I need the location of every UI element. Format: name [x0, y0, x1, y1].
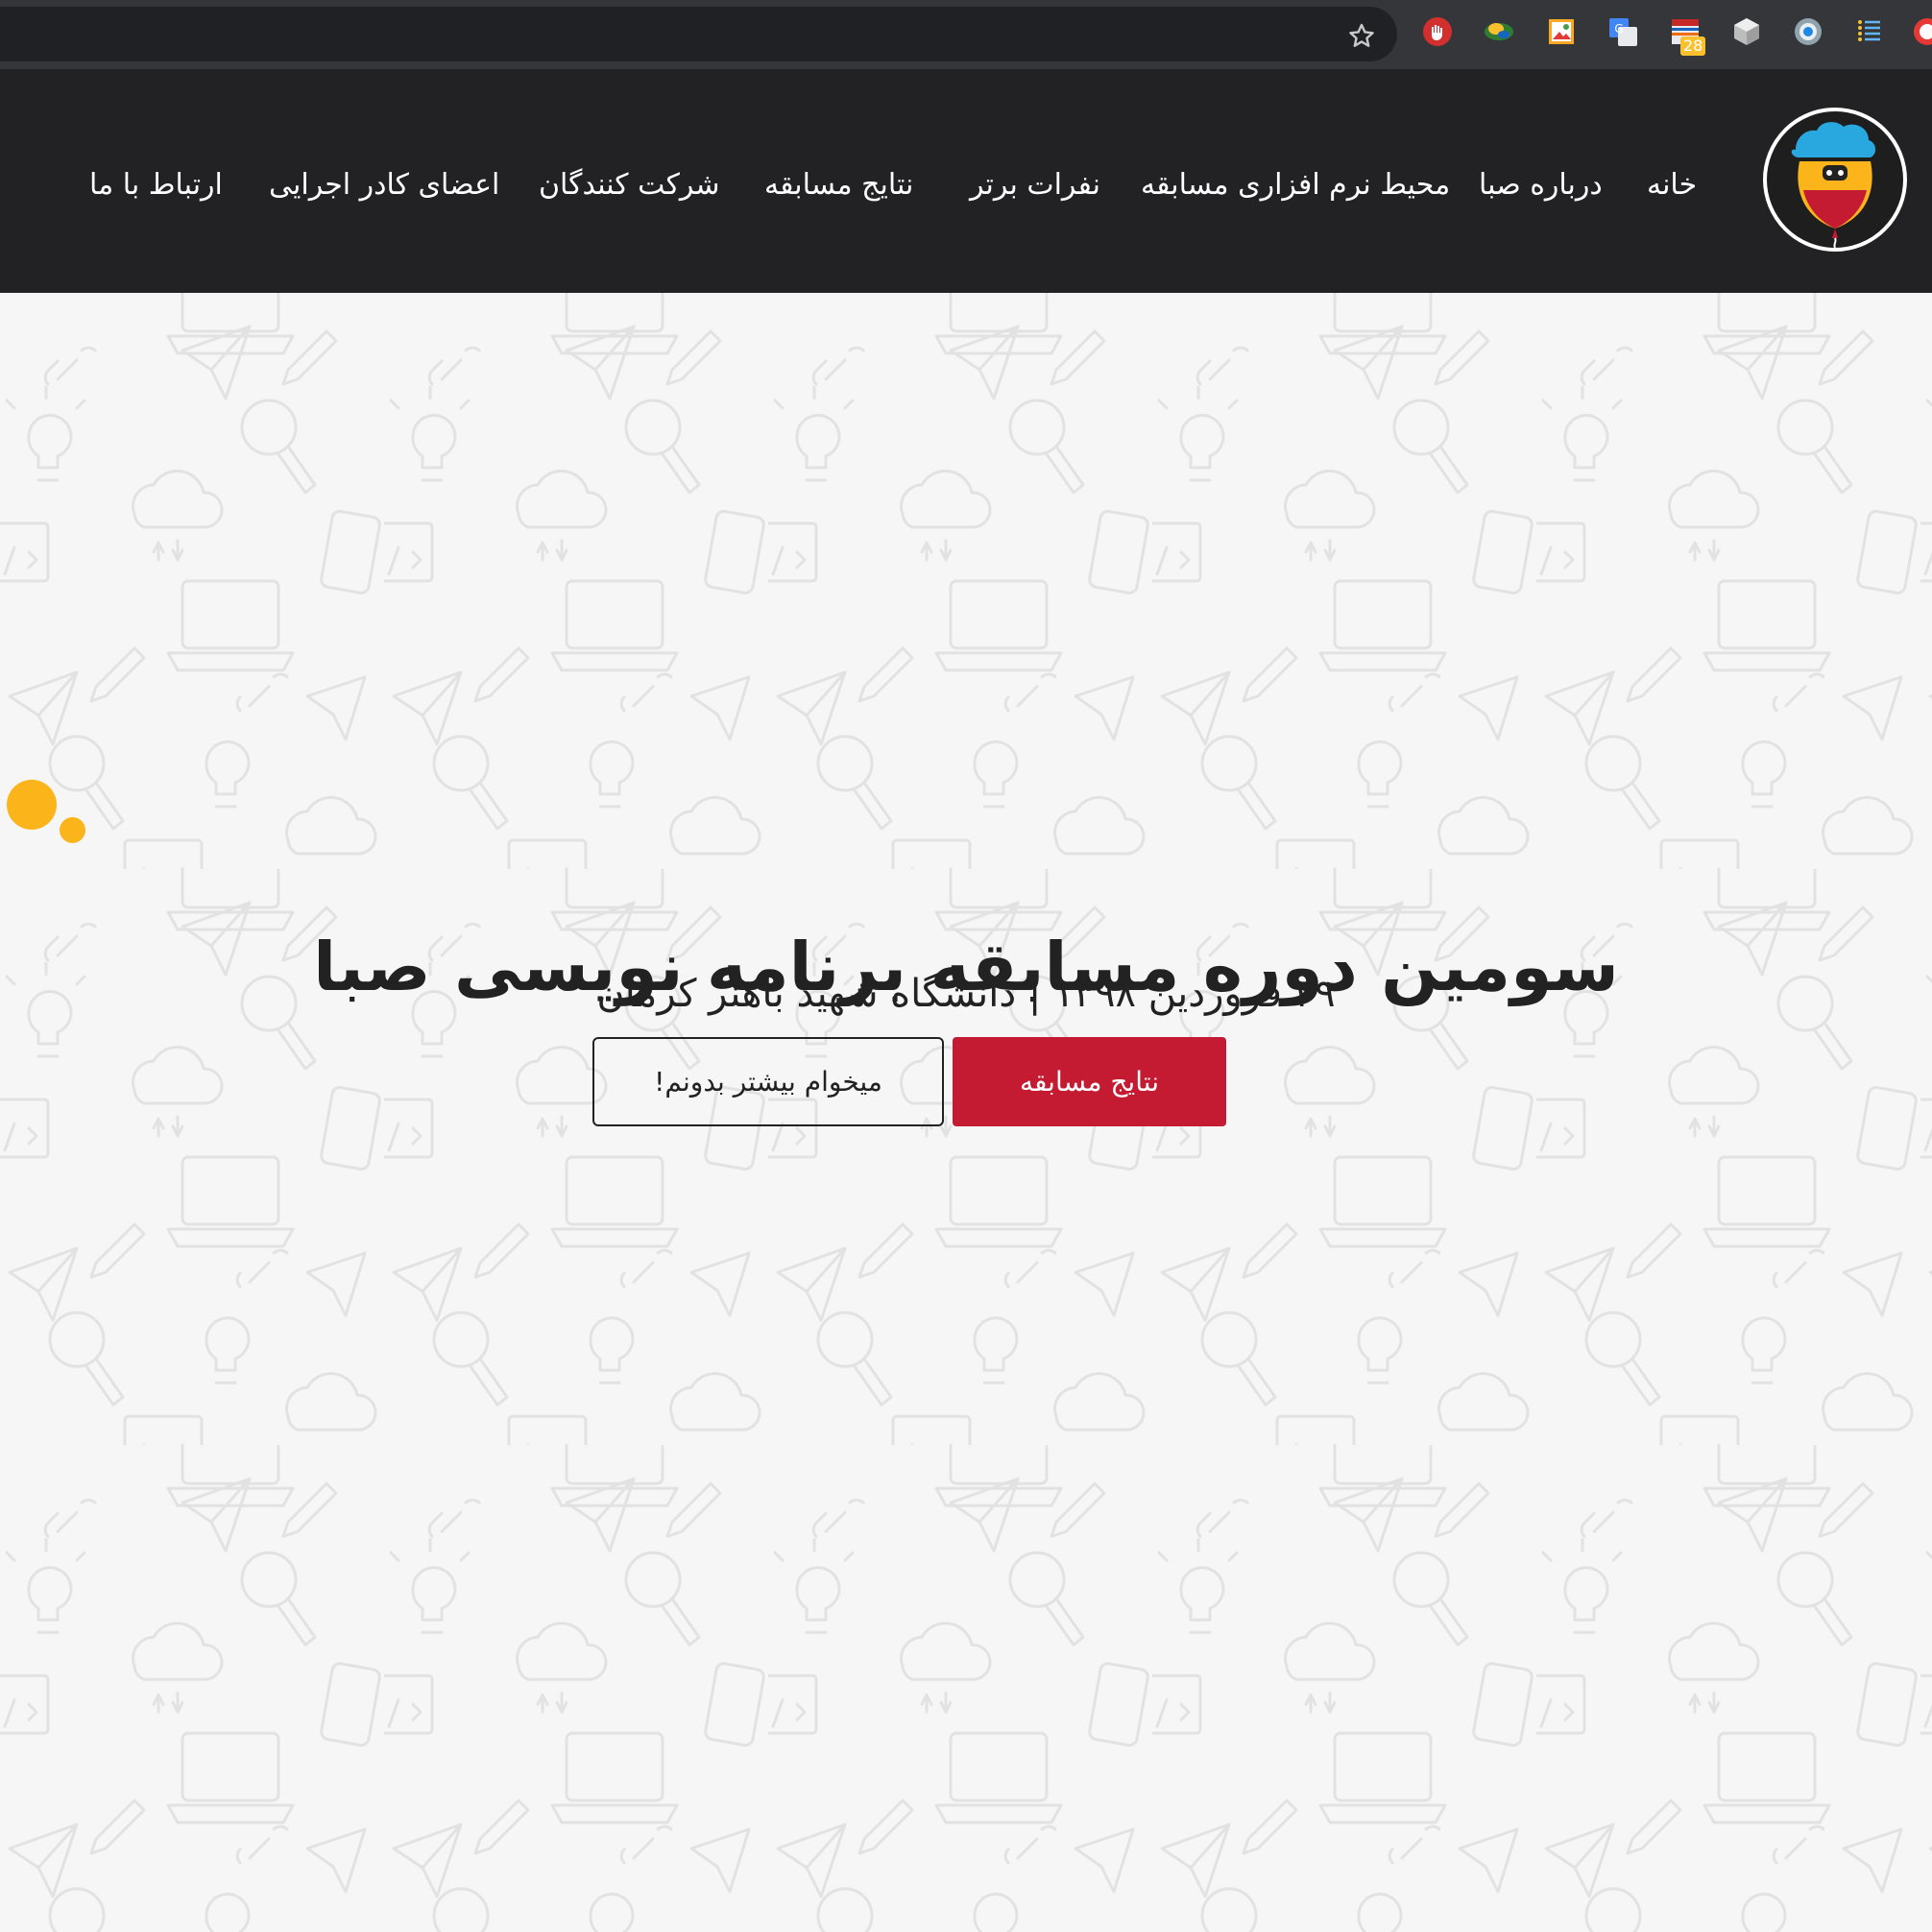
bookmark-star-icon[interactable]: [1346, 21, 1377, 52]
earth-icon[interactable]: [1483, 15, 1515, 48]
hero-subtitle: ۲۹ فروردین ۱۳۹۸ | دانشگاه شهید باهنر کرم…: [596, 972, 1336, 1016]
nav-about-saba[interactable]: درباره صبا: [1479, 161, 1603, 209]
balloon-logo-icon: [1791, 122, 1876, 248]
decor-dot-large: [7, 780, 57, 830]
google-translate-icon[interactable]: G: [1606, 15, 1639, 48]
address-bar[interactable]: [0, 7, 1397, 61]
menu-list-icon[interactable]: [1853, 15, 1886, 48]
svg-text:G: G: [1614, 22, 1623, 36]
learn-more-button[interactable]: میخوام بیشتر بدونم!: [592, 1037, 944, 1126]
nav-home[interactable]: خانه: [1647, 161, 1697, 209]
nav-contest-results[interactable]: نتایج مسابقه: [764, 161, 913, 209]
calendar-icon[interactable]: 28: [1669, 15, 1706, 56]
saba-logo[interactable]: [1763, 108, 1907, 252]
contest-results-button[interactable]: نتایج مسابقه: [953, 1037, 1226, 1126]
nav-contact-us[interactable]: ارتباط با ما: [89, 161, 223, 209]
extension-badge: 28: [1680, 36, 1706, 56]
nav-participants[interactable]: شرکت کنندگان: [539, 161, 720, 209]
nav-executive-staff[interactable]: اعضای کادر اجرایی: [269, 161, 499, 209]
decor-dot-small: [60, 817, 85, 843]
hero-section: سومین دوره مسابقه برنامه نویسی صبا ۲۹ فر…: [0, 293, 1932, 1932]
cube-icon[interactable]: [1730, 15, 1763, 48]
site-navbar: خانه درباره صبا محیط نرم افزاری مسابقه ن…: [0, 69, 1932, 293]
nav-contest-environment[interactable]: محیط نرم افزاری مسابقه: [1141, 161, 1450, 209]
browser-toolbar: G 28: [0, 0, 1932, 71]
nav-top-ranks[interactable]: نفرات برتر: [970, 161, 1100, 209]
circle-extension-icon[interactable]: [1792, 15, 1824, 48]
ublock-icon[interactable]: [1421, 15, 1454, 48]
partial-extension-icon[interactable]: [1911, 15, 1932, 48]
image-picker-icon[interactable]: [1545, 15, 1578, 48]
